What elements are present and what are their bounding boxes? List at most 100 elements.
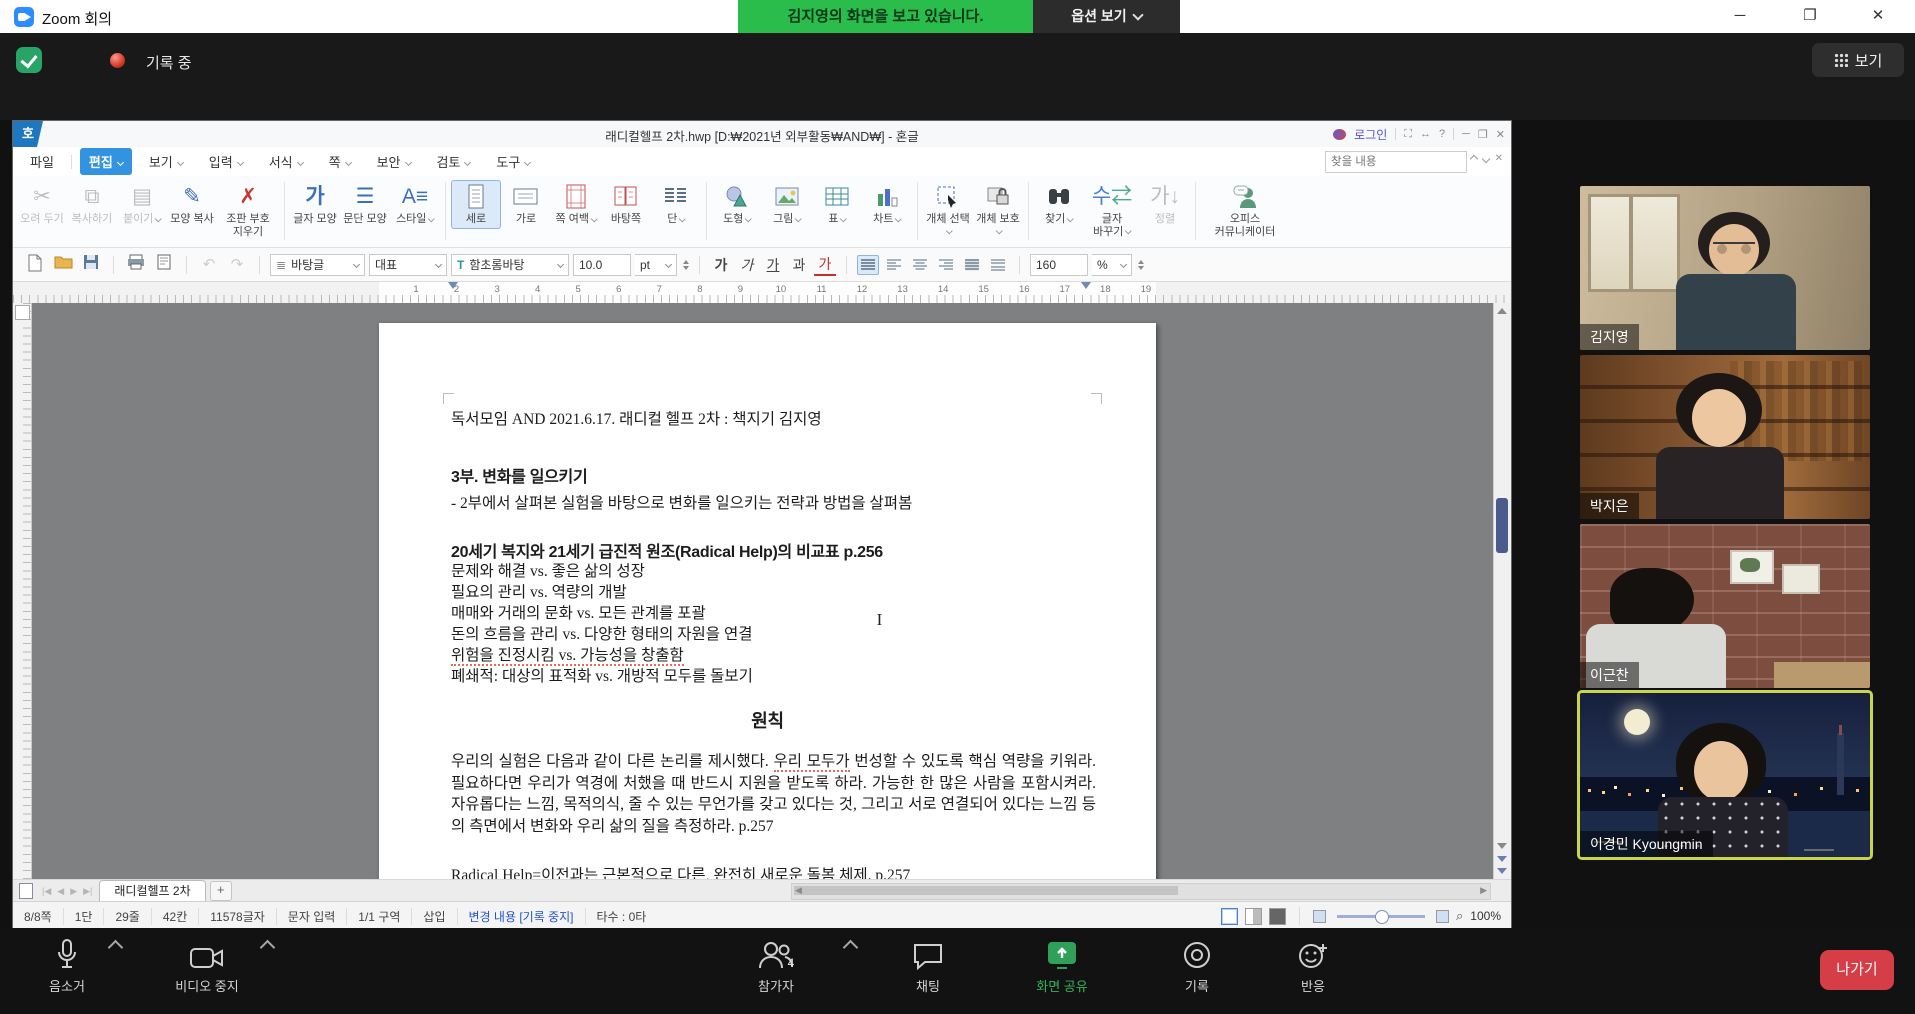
chart-button[interactable]: 차트 [862, 180, 912, 229]
italic-icon[interactable]: 가 [736, 255, 758, 275]
zoom-unit-dropdown[interactable]: % [1092, 254, 1132, 276]
participants-button[interactable]: 4 참가자 [721, 936, 831, 995]
status-insert-mode[interactable]: 삽입 [412, 908, 457, 925]
stop-video-button[interactable]: 비디오 중지 [152, 936, 262, 995]
login-link[interactable]: 로그인 [1354, 126, 1387, 143]
menu-tools[interactable]: 도구 [487, 148, 539, 175]
document-tab[interactable]: 래디컬헬프 2차 [99, 880, 205, 902]
zoom-value-input[interactable]: 160 [1030, 254, 1088, 276]
indent-marker-left[interactable] [448, 282, 458, 289]
font-name-dropdown[interactable]: T함초롬바탕 [451, 254, 569, 276]
font-size-input[interactable]: 10.0 [573, 254, 631, 276]
menu-review[interactable]: 검토 [428, 148, 480, 175]
bookmark-icon[interactable] [19, 883, 33, 899]
ruler-corner-box[interactable] [15, 305, 30, 320]
close-button[interactable]: ✕ [1863, 6, 1893, 28]
help-icon[interactable]: ? [1439, 128, 1445, 140]
style-button[interactable]: A≡스타일 [390, 180, 440, 229]
restore-button[interactable]: ❐ [1795, 6, 1825, 28]
prev-page-icon[interactable] [1497, 856, 1507, 862]
open-folder-icon[interactable] [51, 254, 75, 276]
align-justify-icon[interactable] [857, 255, 879, 275]
align-left-icon[interactable] [883, 255, 905, 275]
chat-button[interactable]: 채팅 [873, 936, 983, 995]
share-screen-button[interactable]: 화면 공유 [1007, 936, 1117, 995]
align-center-icon[interactable] [909, 255, 931, 275]
hwp-restore-button[interactable]: ❐ [1478, 128, 1488, 141]
new-document-icon[interactable] [23, 254, 47, 276]
reactions-button[interactable]: 반응 [1258, 936, 1368, 995]
resize-icon[interactable]: ↔ [1420, 128, 1431, 140]
next-tab-icon[interactable]: ▶ [70, 886, 77, 897]
gallery-view-button[interactable]: 보기 [1812, 43, 1904, 77]
indent-marker-right[interactable] [1081, 282, 1091, 289]
page-margins-button[interactable]: 쪽 여백 [551, 180, 601, 229]
redo-icon[interactable]: ↷ [225, 254, 249, 276]
clear-marks-button[interactable]: ✗조판 부호 지우기 [217, 180, 279, 241]
search-prev-icon[interactable] [1469, 155, 1477, 163]
menu-edit[interactable]: 편집 [80, 148, 132, 175]
char-shape-button[interactable]: 가글자 모양 [290, 180, 340, 229]
preview-icon[interactable] [152, 254, 176, 276]
menu-input[interactable]: 입력 [200, 148, 252, 175]
office-communicator-button[interactable]: 오피스 커뮤니케이터 [1201, 180, 1289, 241]
columns-button[interactable]: 단 [651, 180, 701, 229]
object-select-button[interactable]: 개체 선택 [923, 180, 973, 241]
scroll-up-icon[interactable] [1497, 308, 1507, 314]
object-protect-button[interactable]: 개체 보호 [973, 180, 1023, 241]
participant-video-leegeunchan[interactable]: 이근찬 [1580, 524, 1870, 688]
strike-icon[interactable]: 과 [788, 255, 810, 275]
distribute-icon[interactable] [961, 255, 983, 275]
hscroll-left-icon[interactable]: ◀ [795, 885, 802, 896]
view-two-page-icon[interactable] [1245, 908, 1262, 925]
mute-button[interactable]: 음소거 [12, 936, 122, 995]
zoom-in-box-icon[interactable] [1436, 910, 1449, 923]
status-input-mode[interactable]: 문자 입력 [277, 908, 348, 925]
print-icon[interactable] [124, 254, 148, 276]
status-zoom-slider[interactable] [1337, 915, 1425, 918]
magnifier-icon[interactable]: ⌕ [1456, 908, 1463, 924]
security-shield-icon[interactable] [16, 47, 42, 73]
vertical-ruler[interactable] [13, 303, 32, 879]
hscrollbar-thumb[interactable] [794, 886, 1178, 895]
quick-search-input[interactable] [1326, 153, 1466, 171]
table-button[interactable]: 표 [812, 180, 862, 229]
line-divide-icon[interactable] [987, 255, 1009, 275]
replace-button[interactable]: 수⇄글자 바꾸기 [1084, 180, 1140, 241]
video-options-chevron[interactable] [260, 940, 276, 956]
record-button[interactable]: 기록 [1142, 936, 1252, 995]
bold-icon[interactable]: 가 [710, 255, 732, 275]
cut-button[interactable]: ✂오려 두기 [17, 180, 67, 229]
hwp-close-button[interactable]: ✕ [1496, 128, 1505, 141]
add-tab-button[interactable]: + [210, 881, 232, 901]
para-preset-dropdown[interactable]: 대표 [369, 254, 447, 276]
font-size-spinner[interactable] [683, 260, 689, 270]
fullscreen-icon[interactable]: ⛶ [1404, 128, 1412, 141]
search-close-icon[interactable]: ✕ [1495, 153, 1503, 164]
vertical-scrollbar[interactable] [1493, 303, 1511, 879]
portrait-button[interactable]: 세로 [451, 180, 501, 229]
undo-icon[interactable]: ↶ [197, 254, 221, 276]
copy-button[interactable]: ⧉복사하기 [67, 180, 117, 229]
scrollbar-thumb[interactable] [1496, 498, 1508, 553]
paste-button[interactable]: ▤붙이기 [117, 180, 167, 229]
first-tab-icon[interactable]: |◀ [42, 886, 51, 897]
minimize-button[interactable]: ─ [1725, 6, 1755, 28]
hscroll-right-icon[interactable]: ▶ [1480, 885, 1487, 896]
horizontal-scrollbar[interactable] [791, 883, 1491, 900]
participants-options-chevron[interactable] [843, 940, 859, 956]
sort-button[interactable]: 가↓정렬 [1140, 180, 1190, 229]
menu-security[interactable]: 보안 [368, 148, 420, 175]
master-page-button[interactable]: 바탕쪽 [601, 180, 651, 229]
menu-view[interactable]: 보기 [140, 148, 192, 175]
last-tab-icon[interactable]: ▶| [83, 886, 92, 897]
zoom-slider-knob[interactable] [1375, 910, 1389, 924]
next-page-icon[interactable] [1497, 868, 1507, 874]
menu-format[interactable]: 서식 [260, 148, 312, 175]
para-shape-button[interactable]: ☰문단 모양 [340, 180, 390, 229]
shapes-button[interactable]: 도형 [712, 180, 762, 229]
align-right-icon[interactable] [935, 255, 957, 275]
scroll-down-icon[interactable] [1497, 843, 1507, 849]
font-unit-dropdown[interactable]: pt [635, 254, 677, 276]
zoom-spinner[interactable] [1138, 260, 1144, 270]
